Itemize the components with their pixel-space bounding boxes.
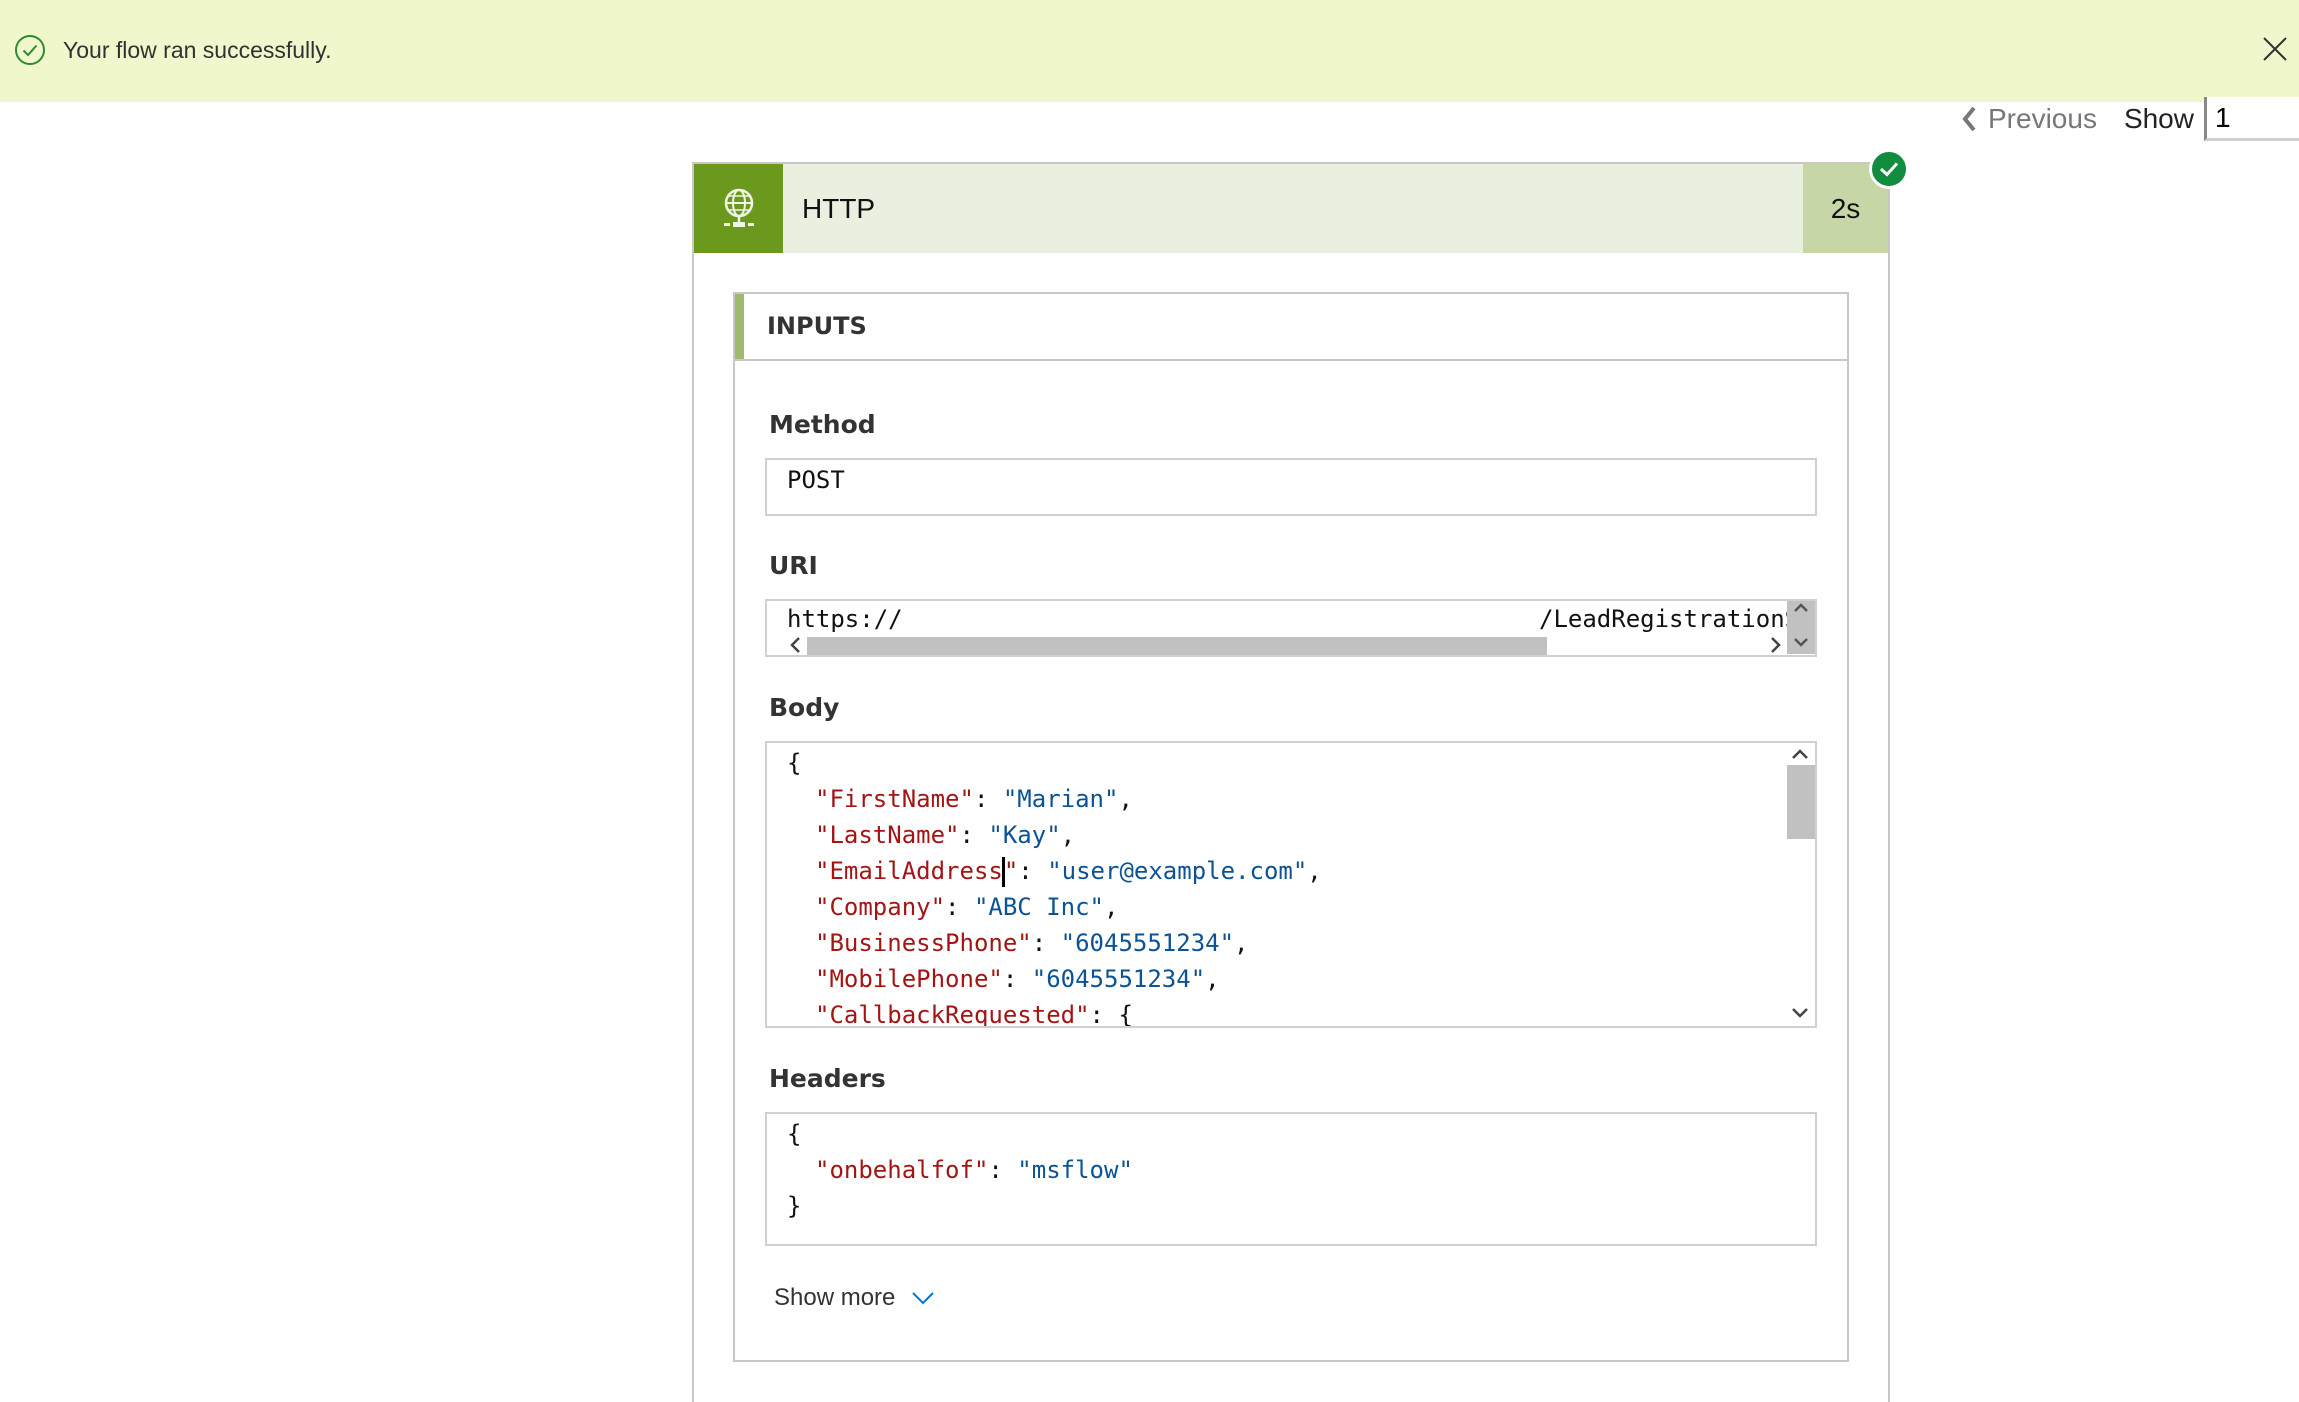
scroll-left-icon[interactable] — [789, 636, 801, 654]
json-line: "LastName": "Kay", — [815, 817, 1075, 853]
method-label: Method — [769, 410, 876, 439]
json-line: "MobilePhone": "6045551234", — [815, 961, 1220, 997]
json-value: "msflow" — [1017, 1156, 1133, 1184]
json-line: "onbehalfof": "msflow" — [815, 1152, 1133, 1188]
json-key: "onbehalfof" — [815, 1156, 989, 1184]
action-icon-tile — [694, 164, 783, 253]
method-value: POST — [787, 466, 845, 494]
json-key: "BusinessPhone" — [815, 929, 1032, 957]
show-label: Show — [2123, 103, 2194, 134]
json-separator: : — [1089, 1001, 1119, 1028]
json-key: "MobilePhone" — [815, 965, 1003, 993]
json-line: "BusinessPhone": "6045551234", — [815, 925, 1249, 961]
json-key: "EmailAddress — [815, 857, 1003, 885]
action-header[interactable]: HTTP 2s — [694, 164, 1888, 253]
json-key: "Company" — [815, 893, 946, 921]
body-label: Body — [769, 693, 840, 722]
scroll-right-icon[interactable] — [1770, 636, 1782, 654]
json-separator: : — [1031, 929, 1061, 957]
method-field[interactable]: POST — [765, 458, 1817, 516]
body-open-brace: { — [787, 749, 802, 777]
uri-horizontal-scrollbar[interactable] — [767, 635, 1815, 655]
json-line: "FirstName": "Marian", — [815, 781, 1133, 817]
json-key: "CallbackRequested" — [815, 1001, 1090, 1028]
json-separator: : — [959, 821, 989, 849]
json-value: "6045551234" — [1060, 929, 1235, 957]
headers-label: Headers — [769, 1064, 886, 1093]
json-line: "CallbackRequested": { — [815, 997, 1133, 1028]
json-value: "Marian" — [1002, 785, 1119, 813]
json-line: "Company": "ABC Inc", — [815, 889, 1118, 925]
previous-label: Previous — [1988, 103, 2097, 134]
show-more-button[interactable]: Show more — [774, 1284, 935, 1312]
json-punctuation: , — [1205, 965, 1220, 993]
json-key: "FirstName" — [815, 785, 974, 813]
body-vertical-scroll-thumb[interactable] — [1787, 765, 1815, 839]
json-separator: : — [1018, 857, 1048, 885]
uri-value-end: /LeadRegistrationSar — [1539, 605, 1817, 633]
uri-label: URI — [769, 551, 818, 580]
check-icon — [1879, 162, 1899, 177]
chevron-down-icon — [912, 1292, 935, 1305]
inputs-accent-bar — [735, 294, 744, 359]
json-punctuation: , — [1118, 785, 1133, 813]
inputs-title: INPUTS — [767, 312, 867, 340]
scroll-up-icon[interactable] — [1791, 749, 1809, 760]
show-more-label: Show more — [774, 1284, 896, 1311]
status-succeeded-badge — [1869, 149, 1909, 189]
json-key-quote: " — [1003, 857, 1019, 885]
success-banner: Your flow ran successfully. — [0, 0, 2299, 102]
json-key: "LastName" — [815, 821, 960, 849]
inputs-panel: INPUTS Method POST URI https:// /LeadReg… — [733, 292, 1849, 1362]
json-line: "EmailAddress": "user@example.com", — [815, 853, 1322, 889]
close-icon[interactable] — [2262, 36, 2288, 62]
scroll-down-icon[interactable] — [1791, 1007, 1809, 1018]
inputs-header: INPUTS — [735, 294, 1847, 361]
action-title: HTTP — [802, 193, 876, 224]
json-separator: : — [988, 1156, 1018, 1184]
previous-button[interactable]: Previous — [1960, 103, 2097, 135]
uri-value-start: https:// — [787, 605, 903, 633]
headers-close-brace: } — [787, 1192, 802, 1220]
banner-message: Your flow ran successfully. — [63, 37, 332, 63]
success-check-circle-icon — [15, 35, 45, 65]
json-value: "Kay" — [988, 821, 1061, 849]
uri-horizontal-scroll-thumb[interactable] — [807, 637, 1547, 655]
json-separator: : — [1002, 965, 1032, 993]
chevron-left-icon — [1962, 106, 1976, 132]
json-value: "6045551234" — [1031, 965, 1206, 993]
json-punctuation: , — [1234, 929, 1249, 957]
headers-open-brace: { — [787, 1120, 802, 1148]
uri-field[interactable]: https:// /LeadRegistrationSar — [765, 599, 1817, 657]
json-punctuation: , — [1104, 893, 1119, 921]
json-separator: : — [973, 785, 1003, 813]
json-punctuation: { — [1118, 1001, 1133, 1028]
headers-field[interactable]: { "onbehalfof": "msflow" } — [765, 1112, 1817, 1246]
json-separator: : — [945, 893, 974, 921]
run-pager: Previous Show — [1960, 95, 2299, 143]
json-value: "user@example.com" — [1047, 857, 1308, 885]
show-count-input[interactable] — [2203, 97, 2299, 141]
json-punctuation: , — [1307, 857, 1322, 885]
scroll-up-icon[interactable] — [1793, 603, 1809, 613]
json-punctuation: , — [1060, 821, 1076, 849]
body-field[interactable]: { "FirstName": "Marian", "LastName": "Kay… — [765, 741, 1817, 1028]
globe-network-icon — [723, 188, 754, 227]
json-value: "ABC Inc" — [973, 893, 1104, 921]
